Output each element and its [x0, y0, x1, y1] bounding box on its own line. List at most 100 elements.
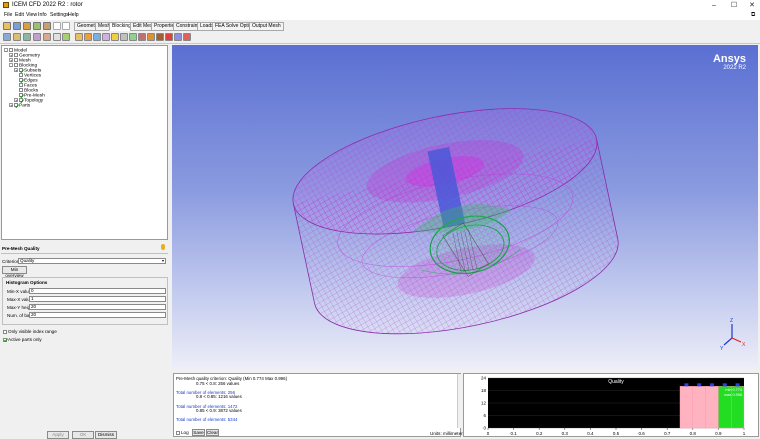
- undo-icon[interactable]: [53, 22, 61, 30]
- max-x-input[interactable]: 1: [29, 296, 166, 302]
- y-tick-label: 24: [481, 376, 487, 381]
- tree-checkbox[interactable]: [14, 58, 18, 62]
- min-overview-button[interactable]: Min overview: [2, 266, 27, 278]
- tree-checkbox[interactable]: [19, 68, 23, 72]
- log-checkbox[interactable]: [176, 430, 180, 435]
- axis-triad: Z Y X: [720, 318, 746, 352]
- tree-checkbox[interactable]: [19, 98, 23, 102]
- tree-item-parts[interactable]: + Parts: [9, 103, 30, 108]
- check-blocks-icon[interactable]: [174, 33, 182, 41]
- solid-icon[interactable]: [43, 33, 51, 41]
- max-y-spinner[interactable]: 20: [29, 304, 166, 310]
- premesh-smooth-icon[interactable]: [165, 33, 173, 41]
- ok-button[interactable]: OK: [72, 431, 94, 439]
- max-quality-label: max 0.996: [724, 393, 742, 397]
- move-vertex-icon[interactable]: [120, 33, 128, 41]
- open-blocking-icon[interactable]: [43, 22, 51, 30]
- minimize-icon[interactable]: –: [707, 0, 721, 11]
- message-window: Pre-Mesh quality criterion: Quality (Min…: [173, 373, 465, 437]
- tree-checkbox[interactable]: [14, 103, 18, 107]
- tree-expander-icon[interactable]: +: [9, 53, 13, 58]
- message-line: 0.85 < 0.9: 3872 values: [196, 408, 242, 414]
- measure-icon[interactable]: [23, 33, 31, 41]
- message-scrollbar[interactable]: [457, 374, 462, 428]
- dismiss-button[interactable]: Dismiss: [95, 431, 117, 439]
- x-tick-label: 0.9: [715, 431, 722, 436]
- tree-expander-icon[interactable]: +: [14, 68, 18, 73]
- view-fit-icon[interactable]: [3, 33, 11, 41]
- rotate-icon[interactable]: [53, 33, 61, 41]
- save-project-icon[interactable]: [13, 22, 21, 30]
- tree-checkbox[interactable]: [9, 48, 13, 52]
- edit-edge-icon[interactable]: [138, 33, 146, 41]
- tree-expander-icon[interactable]: -: [9, 63, 13, 68]
- tree-expander-icon[interactable]: +: [9, 58, 13, 63]
- message-line: Total number of elements: 5344: [176, 417, 238, 423]
- premesh-quality-panel: Pre-Mesh Quality Criterion Quality ▾ Min…: [1, 242, 168, 439]
- histogram-options-title: Histogram Options: [6, 280, 48, 285]
- histogram-title: Quality: [608, 379, 624, 385]
- maximize-icon[interactable]: ☐: [727, 0, 741, 11]
- save-log-button[interactable]: Save: [192, 429, 205, 436]
- clear-log-button[interactable]: Clear: [206, 429, 219, 436]
- tab-output-mesh[interactable]: Output Mesh: [249, 22, 284, 31]
- tree-expander-icon[interactable]: -: [4, 48, 8, 53]
- criterion-select[interactable]: Quality ▾: [18, 258, 166, 264]
- x-tick-label: 0.4: [587, 431, 594, 436]
- tree-checkbox[interactable]: [14, 63, 18, 67]
- close-icon[interactable]: ✕: [745, 0, 759, 11]
- bar-range-marker: [735, 383, 740, 387]
- split-block-icon[interactable]: [84, 33, 92, 41]
- log-label: Log: [181, 430, 189, 435]
- apply-button[interactable]: Apply: [47, 431, 69, 439]
- redo-icon[interactable]: [62, 22, 70, 30]
- chevron-down-icon: ▾: [161, 258, 164, 263]
- x-tick-label: 0.8: [690, 431, 697, 436]
- menu-edit[interactable]: Edit: [15, 12, 24, 18]
- min-x-input[interactable]: 0: [29, 288, 166, 294]
- create-block-icon[interactable]: [75, 33, 83, 41]
- open-geometry-icon[interactable]: [23, 22, 31, 30]
- svg-text:X: X: [742, 342, 746, 348]
- associate-icon[interactable]: [111, 33, 119, 41]
- menu-info[interactable]: Info: [38, 12, 47, 18]
- menu-help[interactable]: Help: [68, 12, 79, 18]
- refresh-icon[interactable]: [62, 33, 70, 41]
- edit-block-icon[interactable]: [102, 33, 110, 41]
- tree-expander-icon[interactable]: +: [14, 98, 18, 103]
- menu-settings[interactable]: Settings: [50, 12, 69, 18]
- merge-vertices-icon[interactable]: [93, 33, 101, 41]
- tree-checkbox[interactable]: [19, 83, 23, 87]
- open-project-icon[interactable]: [3, 22, 11, 30]
- tree-checkbox[interactable]: [19, 88, 23, 92]
- restore-icon[interactable]: ⧉: [751, 12, 755, 19]
- active-parts-checkbox[interactable]: [3, 337, 7, 342]
- x-tick-label: 0.5: [613, 431, 620, 436]
- graphics-viewport[interactable]: Z Y X Ansys 2022 R2: [172, 45, 758, 369]
- open-mesh-icon[interactable]: [33, 22, 41, 30]
- menu-file[interactable]: File: [4, 12, 12, 18]
- wireframe-icon[interactable]: [33, 33, 41, 41]
- tree-item-label: Parts: [19, 103, 31, 109]
- help-bulb-icon[interactable]: [161, 244, 165, 250]
- zoom-box-icon[interactable]: [13, 33, 21, 41]
- premesh-quality-icon[interactable]: [156, 33, 164, 41]
- transform-blocks-icon[interactable]: [129, 33, 137, 41]
- tree-checkbox[interactable]: [14, 53, 18, 57]
- delete-block-icon[interactable]: [183, 33, 191, 41]
- premesh-params-icon[interactable]: [147, 33, 155, 41]
- tree-expander-icon[interactable]: +: [9, 103, 13, 108]
- menu-view[interactable]: View: [26, 12, 37, 18]
- histogram-bar: [705, 386, 719, 429]
- only-visible-row[interactable]: Only visible index range: [3, 329, 57, 334]
- panel-title: Pre-Mesh Quality: [2, 246, 40, 251]
- tree-checkbox[interactable]: [19, 73, 23, 77]
- only-visible-checkbox[interactable]: [3, 329, 7, 334]
- log-row[interactable]: Log: [176, 430, 189, 435]
- active-parts-row[interactable]: Active parts only: [3, 337, 42, 342]
- criterion-label: Criterion: [2, 259, 20, 264]
- quality-histogram[interactable]: Quality 0 6 12 18 24 0 0.1 0.2 0.3 0.4 0.5 0.6 0.7 0.8…: [464, 374, 758, 437]
- tree-checkbox[interactable]: [19, 93, 23, 97]
- num-bars-spinner[interactable]: 20: [29, 312, 166, 318]
- tree-checkbox[interactable]: [19, 78, 23, 82]
